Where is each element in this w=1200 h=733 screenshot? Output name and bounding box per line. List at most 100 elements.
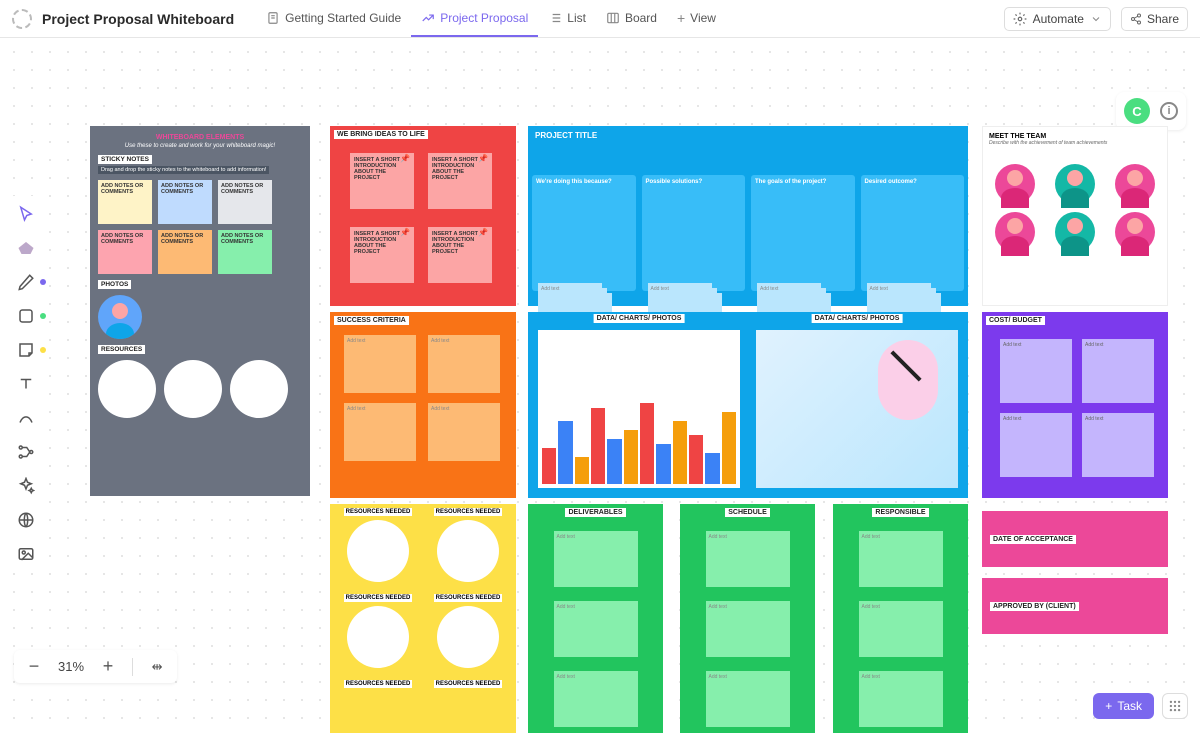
- team-member-avatar[interactable]: [995, 164, 1035, 204]
- panel-success-criteria[interactable]: SUCCESS CRITERIA Add text Add text Add t…: [330, 312, 516, 498]
- tool-shape[interactable]: [16, 306, 36, 326]
- team-member-avatar[interactable]: [1115, 164, 1155, 204]
- idea-note[interactable]: INSERT A SHORT INTRODUCTION ABOUT THE PR…: [350, 153, 414, 209]
- tool-pen[interactable]: [16, 272, 36, 292]
- tab-board[interactable]: Board: [596, 0, 667, 37]
- tool-connector[interactable]: [16, 408, 36, 428]
- sticky-pink[interactable]: ADD NOTES OR COMMENTS: [98, 230, 152, 274]
- chart-image-placeholder[interactable]: [538, 330, 740, 488]
- tab-label: Getting Started Guide: [285, 11, 401, 25]
- sticky-gray[interactable]: ADD NOTES OR COMMENTS: [218, 180, 272, 224]
- tool-pointer[interactable]: [16, 204, 36, 224]
- app-logo-icon: [12, 9, 32, 29]
- fit-width-button[interactable]: ⇹: [147, 659, 167, 675]
- automate-button[interactable]: Automate: [1004, 7, 1111, 31]
- deliverable-note[interactable]: Add text: [554, 671, 638, 727]
- cost-note[interactable]: Add text: [1082, 339, 1154, 403]
- responsible-note[interactable]: Add text: [859, 671, 943, 727]
- success-note[interactable]: Add text: [428, 335, 500, 393]
- idea-note[interactable]: INSERT A SHORT INTRODUCTION ABOUT THE PR…: [428, 227, 492, 283]
- cost-note[interactable]: Add text: [1000, 339, 1072, 403]
- share-button[interactable]: Share: [1121, 7, 1188, 31]
- schedule-note[interactable]: Add text: [706, 671, 790, 727]
- resource-circle[interactable]: [437, 606, 499, 668]
- panel-label: SCHEDULE: [725, 508, 770, 517]
- panel-label: APPROVED BY (CLIENT): [990, 602, 1079, 611]
- tool-text[interactable]: [16, 374, 36, 394]
- success-note[interactable]: Add text: [428, 403, 500, 461]
- panel-acceptance-date[interactable]: DATE OF ACCEPTANCE: [982, 511, 1168, 567]
- sticky-green[interactable]: ADD NOTES OR COMMENTS: [218, 230, 272, 274]
- panel-label: COST/ BUDGET: [986, 316, 1045, 325]
- responsible-note[interactable]: Add text: [859, 601, 943, 657]
- resource-circle[interactable]: [230, 360, 288, 418]
- apps-button[interactable]: [1162, 693, 1188, 719]
- panel-meet-team[interactable]: MEET THE TEAM Describe with the achievem…: [982, 126, 1168, 306]
- zoom-in-button[interactable]: +: [98, 656, 118, 677]
- panel-label: DATA/ CHARTS/ PHOTOS: [812, 314, 903, 323]
- column-goals[interactable]: The goals of the project? Add text: [751, 175, 855, 291]
- tool-image[interactable]: [16, 544, 36, 564]
- tool-hand[interactable]: [16, 238, 36, 258]
- tab-label: Project Proposal: [440, 11, 528, 25]
- tab-project-proposal[interactable]: Project Proposal: [411, 0, 538, 37]
- column-because[interactable]: We're doing this because? Add text: [532, 175, 636, 291]
- writing-image-placeholder[interactable]: [756, 330, 958, 488]
- success-note[interactable]: Add text: [344, 335, 416, 393]
- info-icon[interactable]: i: [1160, 102, 1178, 120]
- responsible-note[interactable]: Add text: [859, 531, 943, 587]
- panel-responsible[interactable]: RESPONSIBLE Add text Add text Add text: [833, 504, 968, 733]
- resource-circle[interactable]: [98, 360, 156, 418]
- panel-whiteboard-elements[interactable]: WHITEBOARD ELEMENTS Use these to create …: [90, 126, 310, 496]
- plus-icon: +: [677, 10, 685, 26]
- resource-label: RESOURCES NEEDED: [344, 594, 413, 602]
- deliverable-note[interactable]: Add text: [554, 601, 638, 657]
- panel-schedule[interactable]: SCHEDULE Add text Add text Add text: [680, 504, 815, 733]
- cost-note[interactable]: Add text: [1082, 413, 1154, 477]
- resource-circle[interactable]: [164, 360, 222, 418]
- panel-label: SUCCESS CRITERIA: [334, 316, 409, 325]
- whiteboard-canvas[interactable]: C i WHITEBOARD ELEMENTS Use these to cre…: [0, 38, 1200, 733]
- sticky-yellow[interactable]: ADD NOTES OR COMMENTS: [98, 180, 152, 224]
- panel-resources-needed[interactable]: RESOURCES NEEDED RESOURCES NEEDED RESOUR…: [330, 504, 516, 733]
- cost-note[interactable]: Add text: [1000, 413, 1072, 477]
- avatar-placeholder[interactable]: [98, 295, 142, 339]
- tab-list[interactable]: List: [538, 0, 596, 37]
- tool-relationship[interactable]: [16, 442, 36, 462]
- panel-data-charts[interactable]: DATA/ CHARTS/ PHOTOS DATA/ CHARTS/ PHOTO…: [528, 312, 968, 498]
- column-solutions[interactable]: Possible solutions? Add text: [642, 175, 746, 291]
- column-outcome[interactable]: Desired outcome? Add text: [861, 175, 965, 291]
- tool-web[interactable]: [16, 510, 36, 530]
- new-task-button[interactable]: + Task: [1093, 693, 1154, 719]
- zoom-out-button[interactable]: −: [24, 656, 44, 677]
- deliverable-note[interactable]: Add text: [554, 531, 638, 587]
- panel-title: MEET THE TEAM: [989, 133, 1161, 140]
- tool-sticky-note[interactable]: [16, 340, 36, 360]
- sticky-blue[interactable]: ADD NOTES OR COMMENTS: [158, 180, 212, 224]
- sticky-orange[interactable]: ADD NOTES OR COMMENTS: [158, 230, 212, 274]
- panel-cost-budget[interactable]: COST/ BUDGET Add text Add text Add text …: [982, 312, 1168, 498]
- resource-circle[interactable]: [347, 520, 409, 582]
- column-question: Possible solutions?: [646, 179, 742, 185]
- resource-circle[interactable]: [437, 520, 499, 582]
- team-member-avatar[interactable]: [1055, 164, 1095, 204]
- zoom-level: 31%: [58, 659, 84, 674]
- team-member-avatar[interactable]: [1115, 212, 1155, 252]
- user-avatar[interactable]: C: [1124, 98, 1150, 124]
- panel-project-title[interactable]: PROJECT TITLE We're doing this because? …: [528, 126, 968, 306]
- tab-add-view[interactable]: + View: [667, 0, 726, 37]
- team-member-avatar[interactable]: [1055, 212, 1095, 252]
- panel-deliverables[interactable]: DELIVERABLES Add text Add text Add text: [528, 504, 663, 733]
- team-member-avatar[interactable]: [995, 212, 1035, 252]
- panel-approved-by[interactable]: APPROVED BY (CLIENT): [982, 578, 1168, 634]
- resource-circle[interactable]: [347, 606, 409, 668]
- idea-note[interactable]: INSERT A SHORT INTRODUCTION ABOUT THE PR…: [350, 227, 414, 283]
- schedule-note[interactable]: Add text: [706, 601, 790, 657]
- panel-ideas[interactable]: WE BRING IDEAS TO LIFE INSERT A SHORT IN…: [330, 126, 516, 306]
- idea-note[interactable]: INSERT A SHORT INTRODUCTION ABOUT THE PR…: [428, 153, 492, 209]
- schedule-note[interactable]: Add text: [706, 531, 790, 587]
- tool-ai[interactable]: [16, 476, 36, 496]
- tab-getting-started[interactable]: Getting Started Guide: [256, 0, 411, 37]
- success-note[interactable]: Add text: [344, 403, 416, 461]
- photos-label: PHOTOS: [98, 280, 131, 289]
